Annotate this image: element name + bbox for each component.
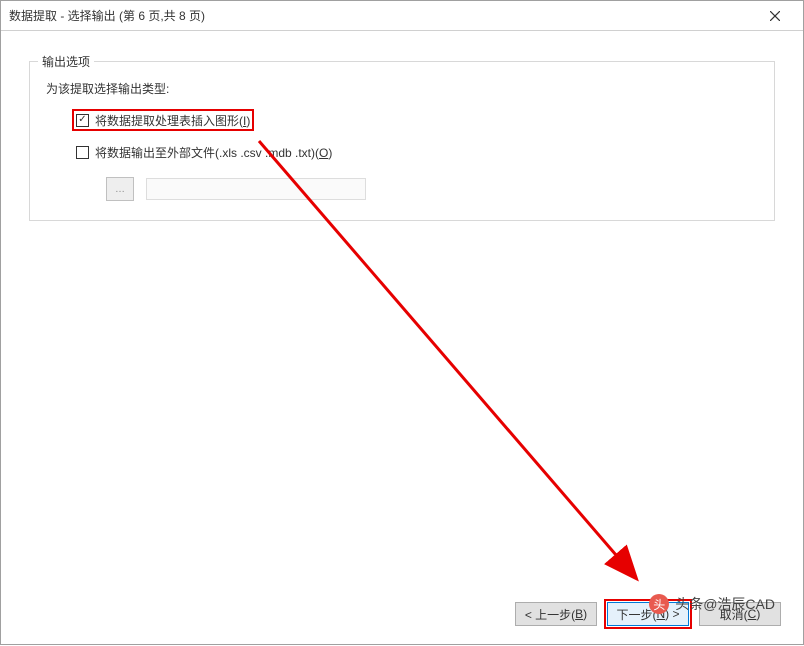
watermark-text: 头条@浩辰CAD: [675, 594, 775, 614]
export-file-checkbox[interactable]: [76, 146, 89, 159]
insert-table-checkbox[interactable]: [76, 114, 89, 127]
watermark-icon: 头: [649, 594, 669, 614]
file-path-input[interactable]: [146, 178, 366, 200]
section-label: 为该提取选择输出类型:: [46, 80, 758, 97]
titlebar-title: 数据提取 - 选择输出 (第 6 页,共 8 页): [9, 7, 755, 24]
content-area: 输出选项 为该提取选择输出类型: 将数据提取处理表插入图形(I) 将数据输出至外…: [1, 31, 803, 221]
titlebar: 数据提取 - 选择输出 (第 6 页,共 8 页): [1, 1, 803, 31]
insert-table-label: 将数据提取处理表插入图形(I): [95, 112, 250, 129]
back-button[interactable]: < 上一步(B): [515, 602, 597, 626]
export-file-checkbox-row[interactable]: 将数据输出至外部文件(.xls .csv .mdb .txt)(O): [72, 141, 336, 163]
close-icon: [770, 11, 780, 21]
export-file-label: 将数据输出至外部文件(.xls .csv .mdb .txt)(O): [95, 144, 332, 161]
insert-table-checkbox-row[interactable]: 将数据提取处理表插入图形(I): [72, 109, 254, 131]
fieldset-legend: 输出选项: [38, 53, 94, 70]
file-path-row: …: [106, 177, 758, 201]
output-options-fieldset: 输出选项 为该提取选择输出类型: 将数据提取处理表插入图形(I) 将数据输出至外…: [29, 61, 775, 221]
close-button[interactable]: [755, 2, 795, 30]
watermark: 头 头条@浩辰CAD: [649, 594, 775, 614]
browse-button[interactable]: …: [106, 177, 134, 201]
dialog-window: 数据提取 - 选择输出 (第 6 页,共 8 页) 输出选项 为该提取选择输出类…: [0, 0, 804, 645]
